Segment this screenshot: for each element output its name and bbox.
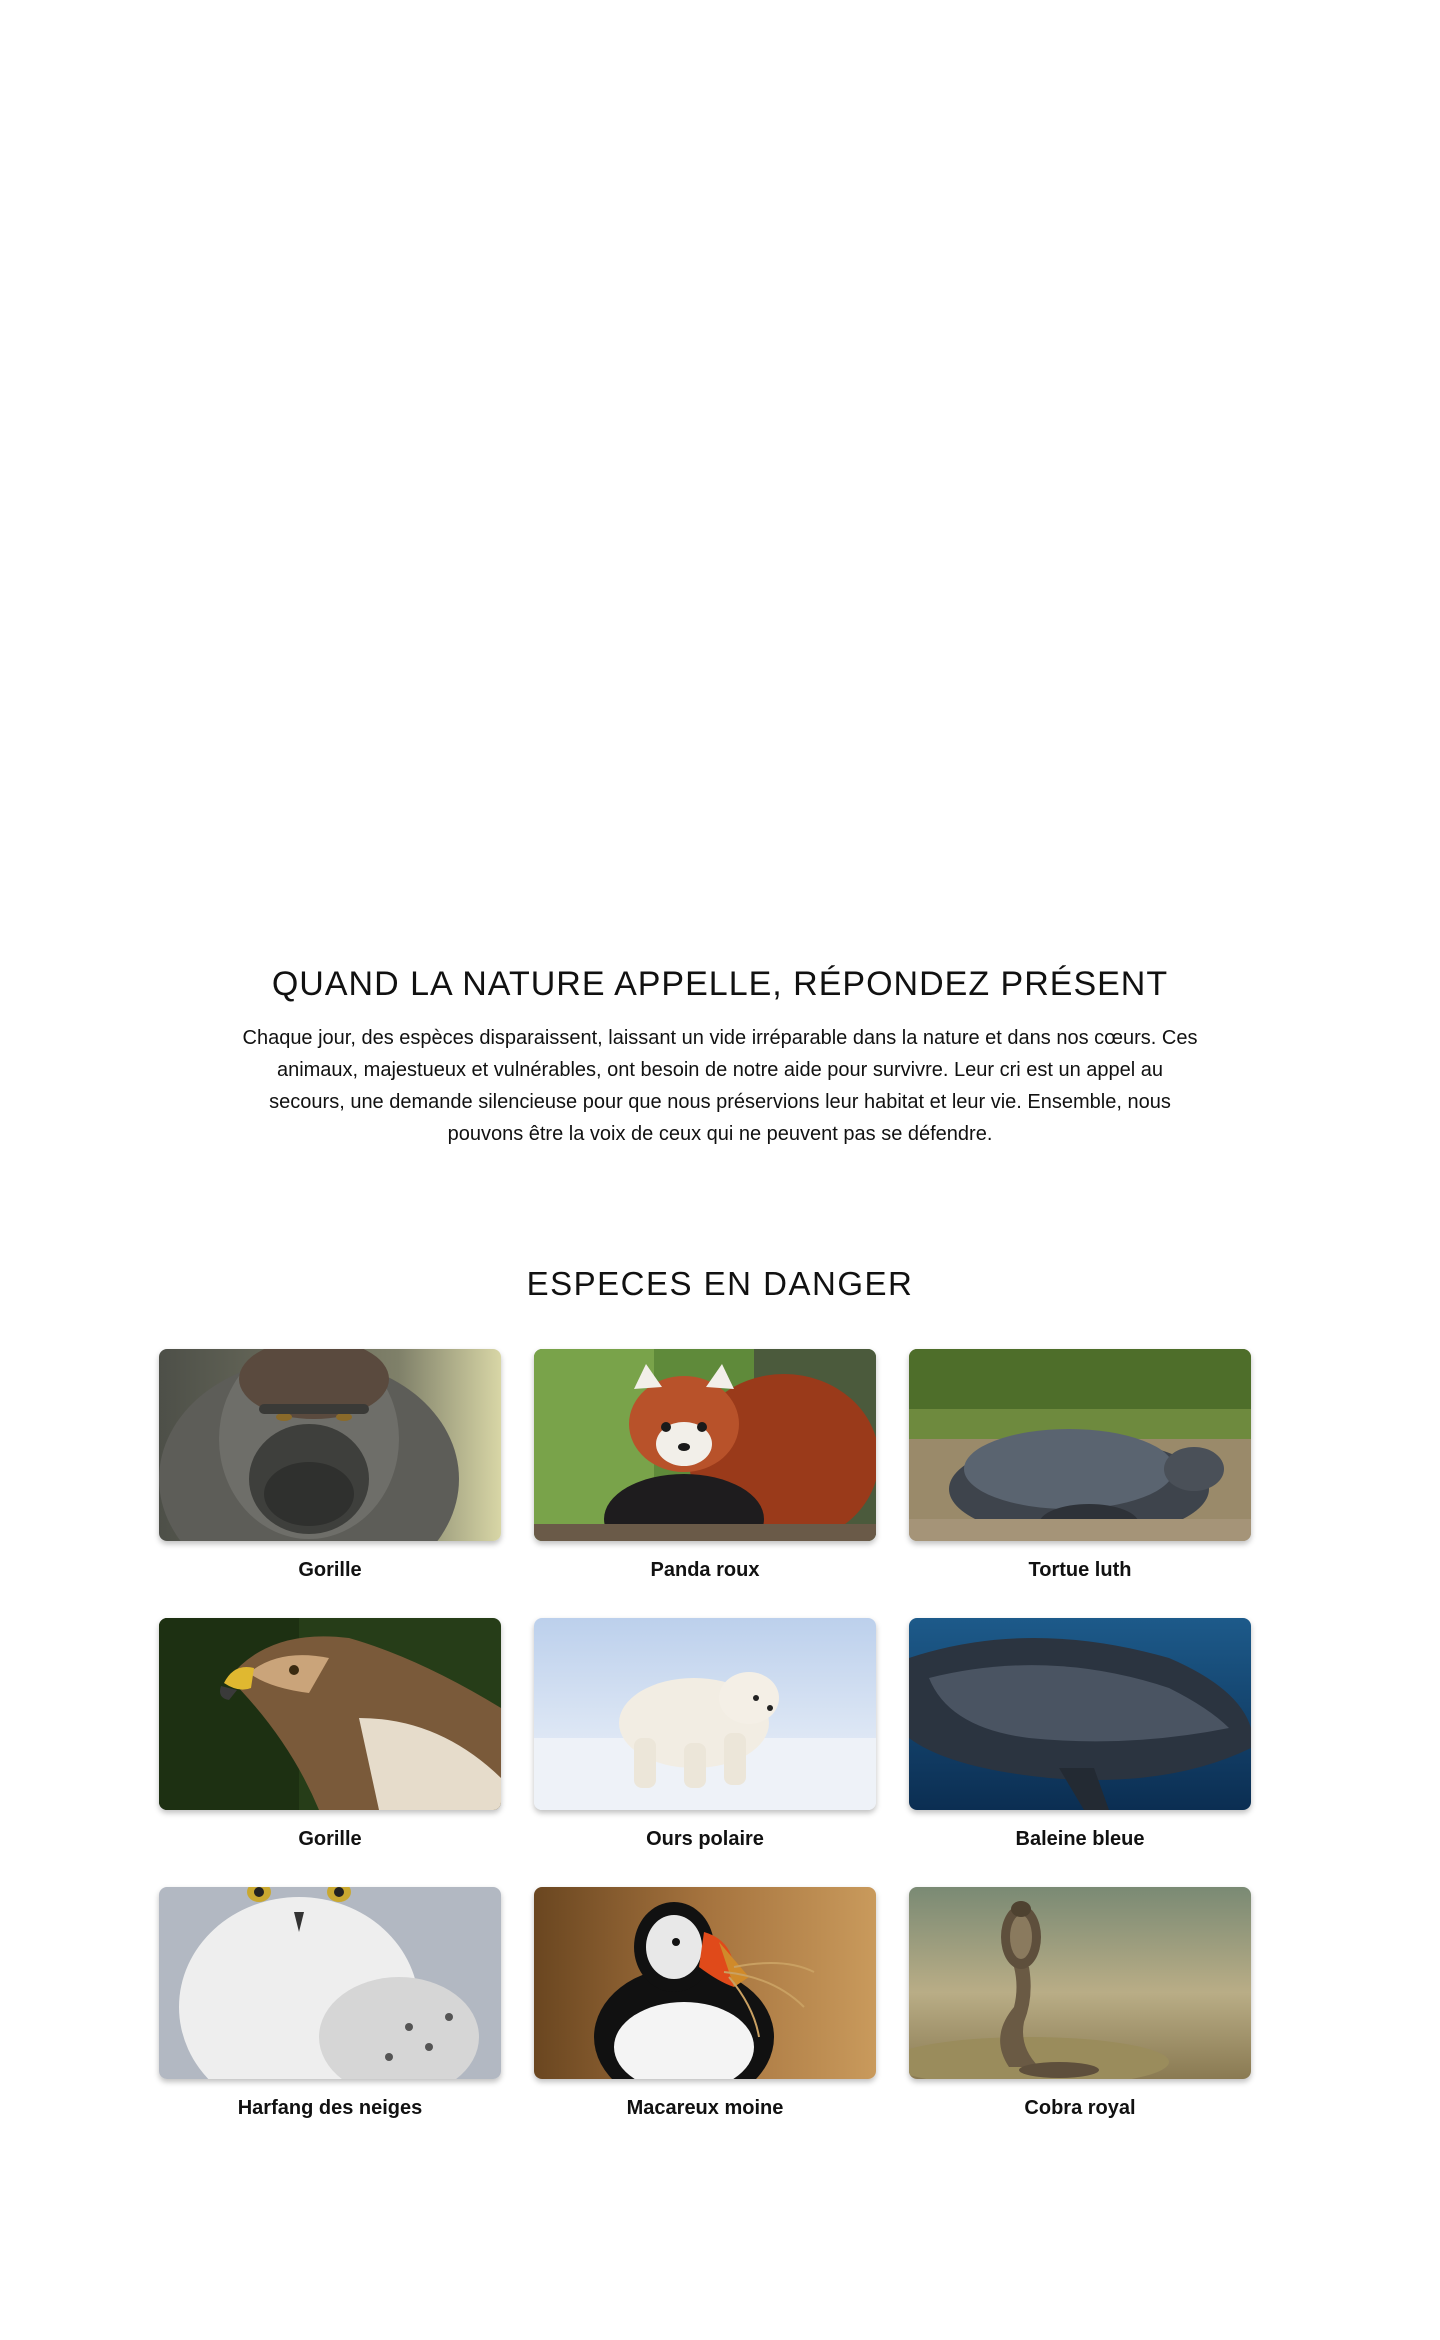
red-panda-photo <box>534 1349 876 1541</box>
species-card-gorille[interactable]: Gorille <box>159 1349 501 1582</box>
species-card-ours-polaire[interactable]: Ours polaire <box>534 1618 876 1851</box>
intro-text: Chaque jour, des espèces disparaissent, … <box>242 1027 1198 1145</box>
species-card-cobra-royal[interactable]: Cobra royal <box>909 1887 1251 2120</box>
species-card-label: Harfang des neiges <box>237 2097 423 2119</box>
polar-bear-photo <box>534 1618 876 1810</box>
species-card-macareux-moine[interactable]: Macareux moine <box>534 1887 876 2120</box>
intro-title: QUAND LA NATURE APPELLE, RÉPONDEZ PRÉSEN… <box>271 965 1169 1003</box>
eagle-photo <box>159 1618 501 1810</box>
species-grid: Gorille Panda roux Tortue luth Gorille O… <box>159 1349 1251 2120</box>
species-card-gorille-2[interactable]: Gorille <box>159 1618 501 1851</box>
puffin-photo <box>534 1887 876 2079</box>
species-card-label: Tortue luth <box>1028 1559 1132 1581</box>
species-card-tortue-luth[interactable]: Tortue luth <box>909 1349 1251 1582</box>
species-card-label: Ours polaire <box>646 1828 764 1850</box>
species-card-label: Macareux moine <box>626 2097 784 2119</box>
species-card-label: Gorille <box>298 1559 362 1581</box>
species-card-panda-roux[interactable]: Panda roux <box>534 1349 876 1582</box>
snowy-owl-photo <box>159 1887 501 2079</box>
hero-area <box>0 0 1440 900</box>
species-card-harfang-des-neiges[interactable]: Harfang des neiges <box>159 1887 501 2120</box>
species-card-baleine-bleue[interactable]: Baleine bleue <box>909 1618 1251 1851</box>
whale-photo <box>909 1618 1251 1810</box>
species-section-title: ESPECES EN DANGER <box>526 1265 914 1302</box>
species-card-label: Cobra royal <box>1024 2097 1136 2119</box>
species-card-label: Gorille <box>298 1828 362 1850</box>
intro-section: QUAND LA NATURE APPELLE, RÉPONDEZ PRÉSEN… <box>240 965 1200 1150</box>
gorilla-photo <box>159 1349 501 1541</box>
page: QUAND LA NATURE APPELLE, RÉPONDEZ PRÉSEN… <box>0 0 1440 2340</box>
species-card-label: Panda roux <box>650 1559 760 1581</box>
species-card-label: Baleine bleue <box>1015 1828 1145 1850</box>
king-cobra-photo <box>909 1887 1251 2079</box>
leatherback-turtle-photo <box>909 1349 1251 1541</box>
